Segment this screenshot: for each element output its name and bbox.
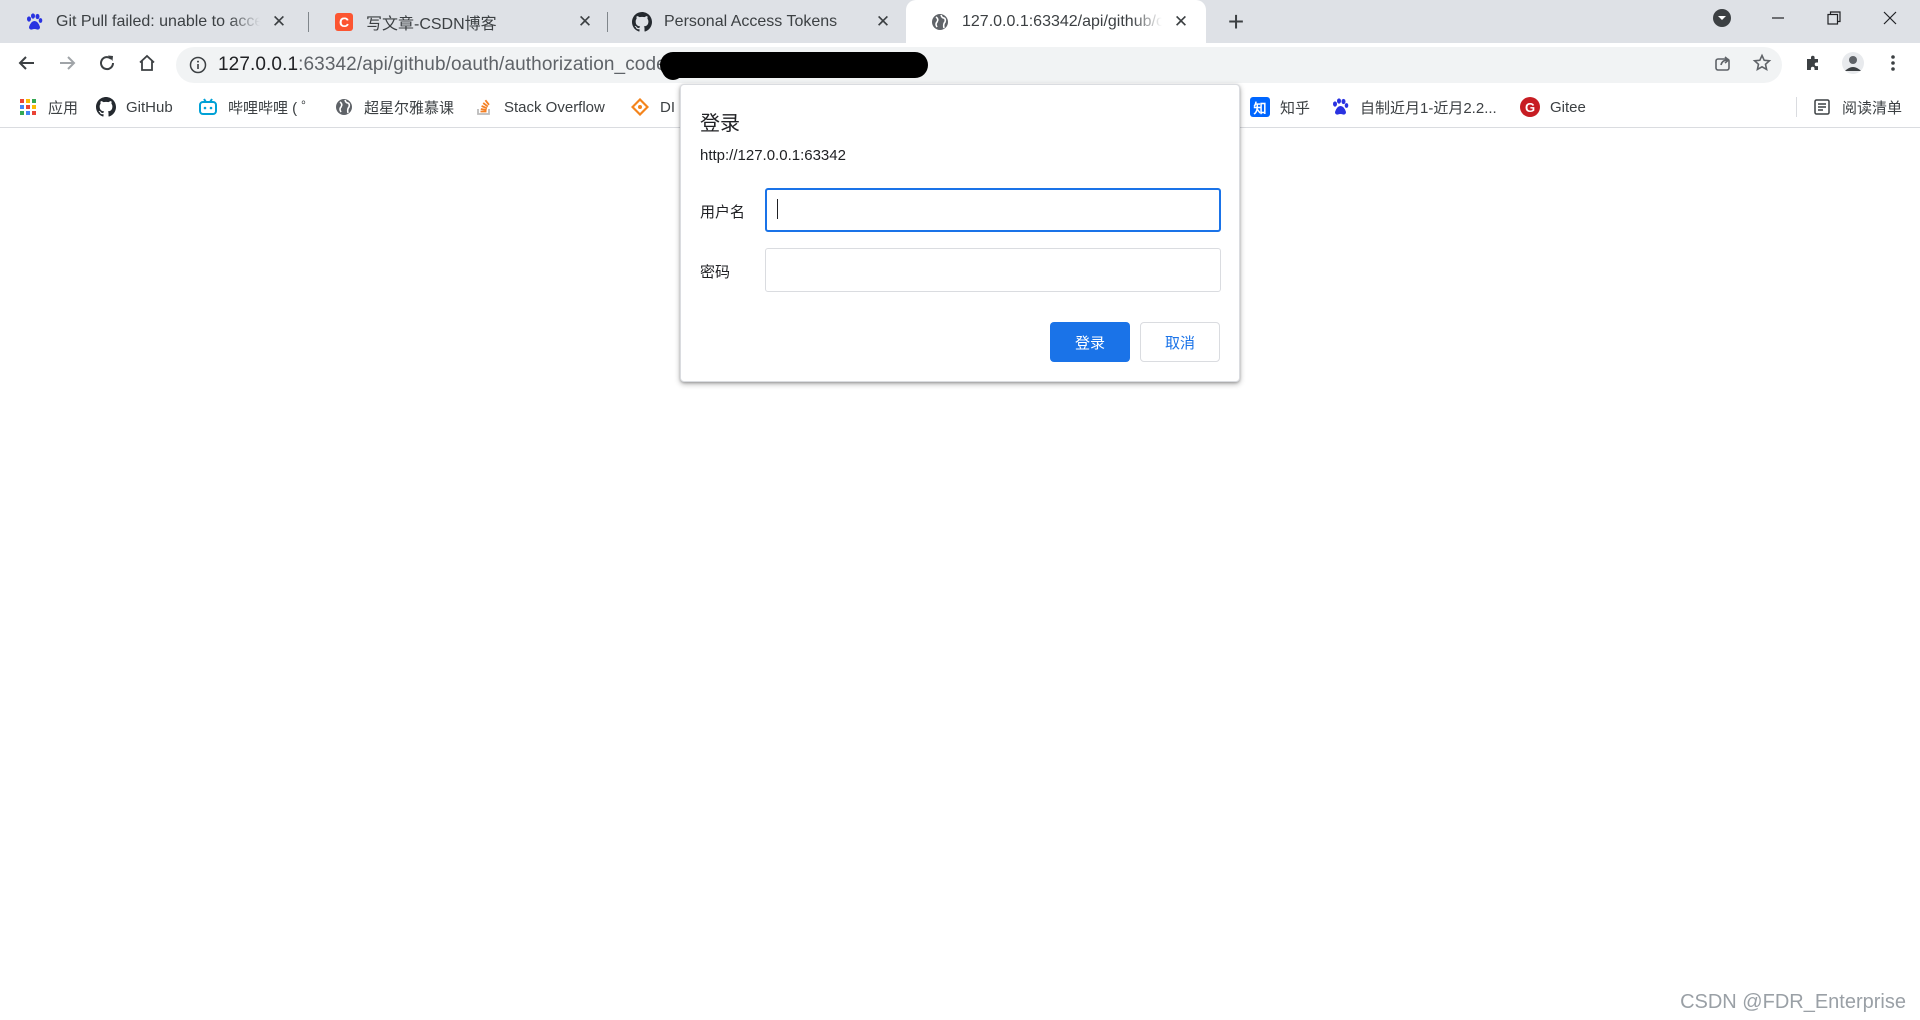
profile-button[interactable] (1836, 48, 1870, 82)
close-window-button[interactable] (1862, 0, 1918, 40)
password-label: 密码 (700, 264, 731, 281)
globe-icon (930, 12, 950, 32)
bookmark-label: 自制近月1-近月2.2... (1360, 99, 1497, 117)
bookmark-label: 知乎 (1280, 99, 1311, 117)
gitee-icon-text: G (1524, 99, 1536, 115)
reading-list-button[interactable]: 阅读清单 (1812, 87, 1902, 127)
bookmark-label: Gitee (1550, 98, 1586, 116)
address-url: 127.0.0.1:63342/api/github/oauth/authori… (218, 54, 667, 76)
csdn-watermark: CSDN @FDR_Enterprise (1680, 991, 1906, 1013)
zhihu-icon-text: 知 (1253, 100, 1267, 116)
stackoverflow-icon (474, 97, 494, 117)
puzzle-icon (1803, 53, 1823, 78)
close-tab-icon[interactable]: ✕ (872, 11, 894, 33)
tab-strip: Git Pull failed: unable to access ✕ C 写文… (0, 0, 1920, 43)
forward-button[interactable] (50, 48, 84, 82)
username-field[interactable] (765, 188, 1221, 232)
close-tab-icon[interactable]: ✕ (574, 11, 596, 33)
more-vert-icon (1883, 53, 1903, 78)
diamond-icon (630, 97, 650, 117)
github-icon (632, 11, 652, 32)
url-path: :63342/api/github/oauth/authorization_co… (298, 54, 667, 75)
csdn-icon: C (334, 12, 354, 32)
bookmark-label: DI (660, 98, 675, 116)
dialog-origin: http://127.0.0.1:63342 (700, 147, 846, 164)
bookmarks-divider (1796, 97, 1797, 117)
bookmark-apps[interactable]: 应用 (18, 87, 78, 127)
bookmark-custom-futures[interactable]: 自制近月1-近月2.2... (1330, 87, 1497, 127)
bookmark-gitee[interactable]: G Gitee (1520, 87, 1586, 127)
star-icon (1752, 53, 1772, 78)
browser-toolbar: 127.0.0.1:63342/api/github/oauth/authori… (0, 43, 1920, 87)
tab-title: Git Pull failed: unable to access (56, 12, 260, 30)
forward-arrow-icon (57, 53, 77, 78)
tab-git-pull[interactable]: Git Pull failed: unable to access ✕ (0, 0, 304, 43)
chevron-down-icon (1712, 8, 1732, 33)
baidu-paw-icon (1330, 97, 1350, 117)
close-icon (1883, 11, 1897, 30)
close-tab-icon[interactable]: ✕ (1170, 11, 1192, 33)
tab-title: 127.0.0.1:63342/api/github/oauth/authori… (962, 12, 1162, 30)
back-button[interactable] (10, 48, 44, 82)
redaction-mark (660, 52, 928, 78)
gitee-icon: G (1520, 97, 1540, 117)
tab-search-button[interactable] (1694, 0, 1750, 40)
home-icon (137, 53, 157, 78)
bookmark-label: 哔哩哔哩 ( ゜ (228, 99, 317, 117)
bookmark-stackoverflow[interactable]: Stack Overflow (474, 87, 605, 127)
new-tab-button[interactable]: + (1220, 6, 1252, 38)
redaction-mark (662, 58, 684, 80)
minimize-button[interactable] (1750, 0, 1806, 40)
svg-text:C: C (339, 14, 349, 30)
bookmark-label: GitHub (126, 98, 173, 116)
password-field[interactable] (765, 248, 1221, 292)
restore-icon (1827, 10, 1841, 30)
zhihu-icon: 知 (1250, 97, 1270, 117)
share-icon (1713, 53, 1733, 78)
site-info-icon[interactable] (188, 55, 208, 75)
share-button[interactable] (1706, 48, 1740, 82)
tab-title: 写文章-CSDN博客 (366, 15, 497, 33)
bookmark-bilibili[interactable]: 哔哩哔哩 ( ゜ (198, 87, 316, 127)
address-bar[interactable]: 127.0.0.1:63342/api/github/oauth/authori… (176, 47, 1782, 83)
tab-csdn[interactable]: C 写文章-CSDN博客 ✕ (310, 0, 610, 43)
tab-title: Personal Access Tokens (664, 12, 838, 30)
restore-button[interactable] (1806, 0, 1862, 40)
tab-personal-access-tokens[interactable]: Personal Access Tokens ✕ (608, 0, 908, 43)
tab-separator (308, 12, 309, 32)
cancel-button[interactable]: 取消 (1140, 322, 1220, 362)
avatar (1841, 51, 1865, 80)
bookmark-github[interactable]: GitHub (96, 87, 173, 127)
home-button[interactable] (130, 48, 164, 82)
extensions-button[interactable] (1796, 48, 1830, 82)
minimize-icon (1771, 11, 1785, 30)
reading-list-label: 阅读清单 (1842, 99, 1903, 117)
reload-icon (97, 53, 117, 78)
bookmark-label: Stack Overflow (504, 98, 605, 116)
tab-authorization-code-active[interactable]: 127.0.0.1:63342/api/github/oauth/authori… (906, 0, 1206, 43)
bookmark-di[interactable]: DI (630, 87, 675, 127)
bilibili-icon (198, 97, 218, 117)
http-auth-dialog: 登录 http://127.0.0.1:63342 用户名 密码 登录 取消 (680, 84, 1240, 382)
globe-icon (334, 97, 354, 117)
url-host: 127.0.0.1 (218, 54, 299, 75)
github-icon (96, 97, 116, 117)
text-cursor (777, 199, 778, 219)
bookmark-chaoxing[interactable]: 超星尔雅慕课 (334, 87, 454, 127)
reload-button[interactable] (90, 48, 124, 82)
bookmark-label: 应用 (48, 99, 79, 117)
reading-list-icon (1812, 97, 1832, 117)
close-tab-icon[interactable]: ✕ (268, 11, 290, 33)
login-button[interactable]: 登录 (1050, 322, 1130, 362)
menu-button[interactable] (1876, 48, 1910, 82)
username-label: 用户名 (700, 204, 746, 221)
bookmark-zhihu[interactable]: 知 知乎 (1250, 87, 1310, 127)
bookmark-label: 超星尔雅慕课 (364, 99, 455, 117)
bookmark-star-button[interactable] (1745, 48, 1779, 82)
apps-grid-icon (18, 97, 38, 117)
dialog-title: 登录 (700, 113, 740, 135)
baidu-paw-icon (24, 12, 44, 32)
back-arrow-icon (17, 53, 37, 78)
